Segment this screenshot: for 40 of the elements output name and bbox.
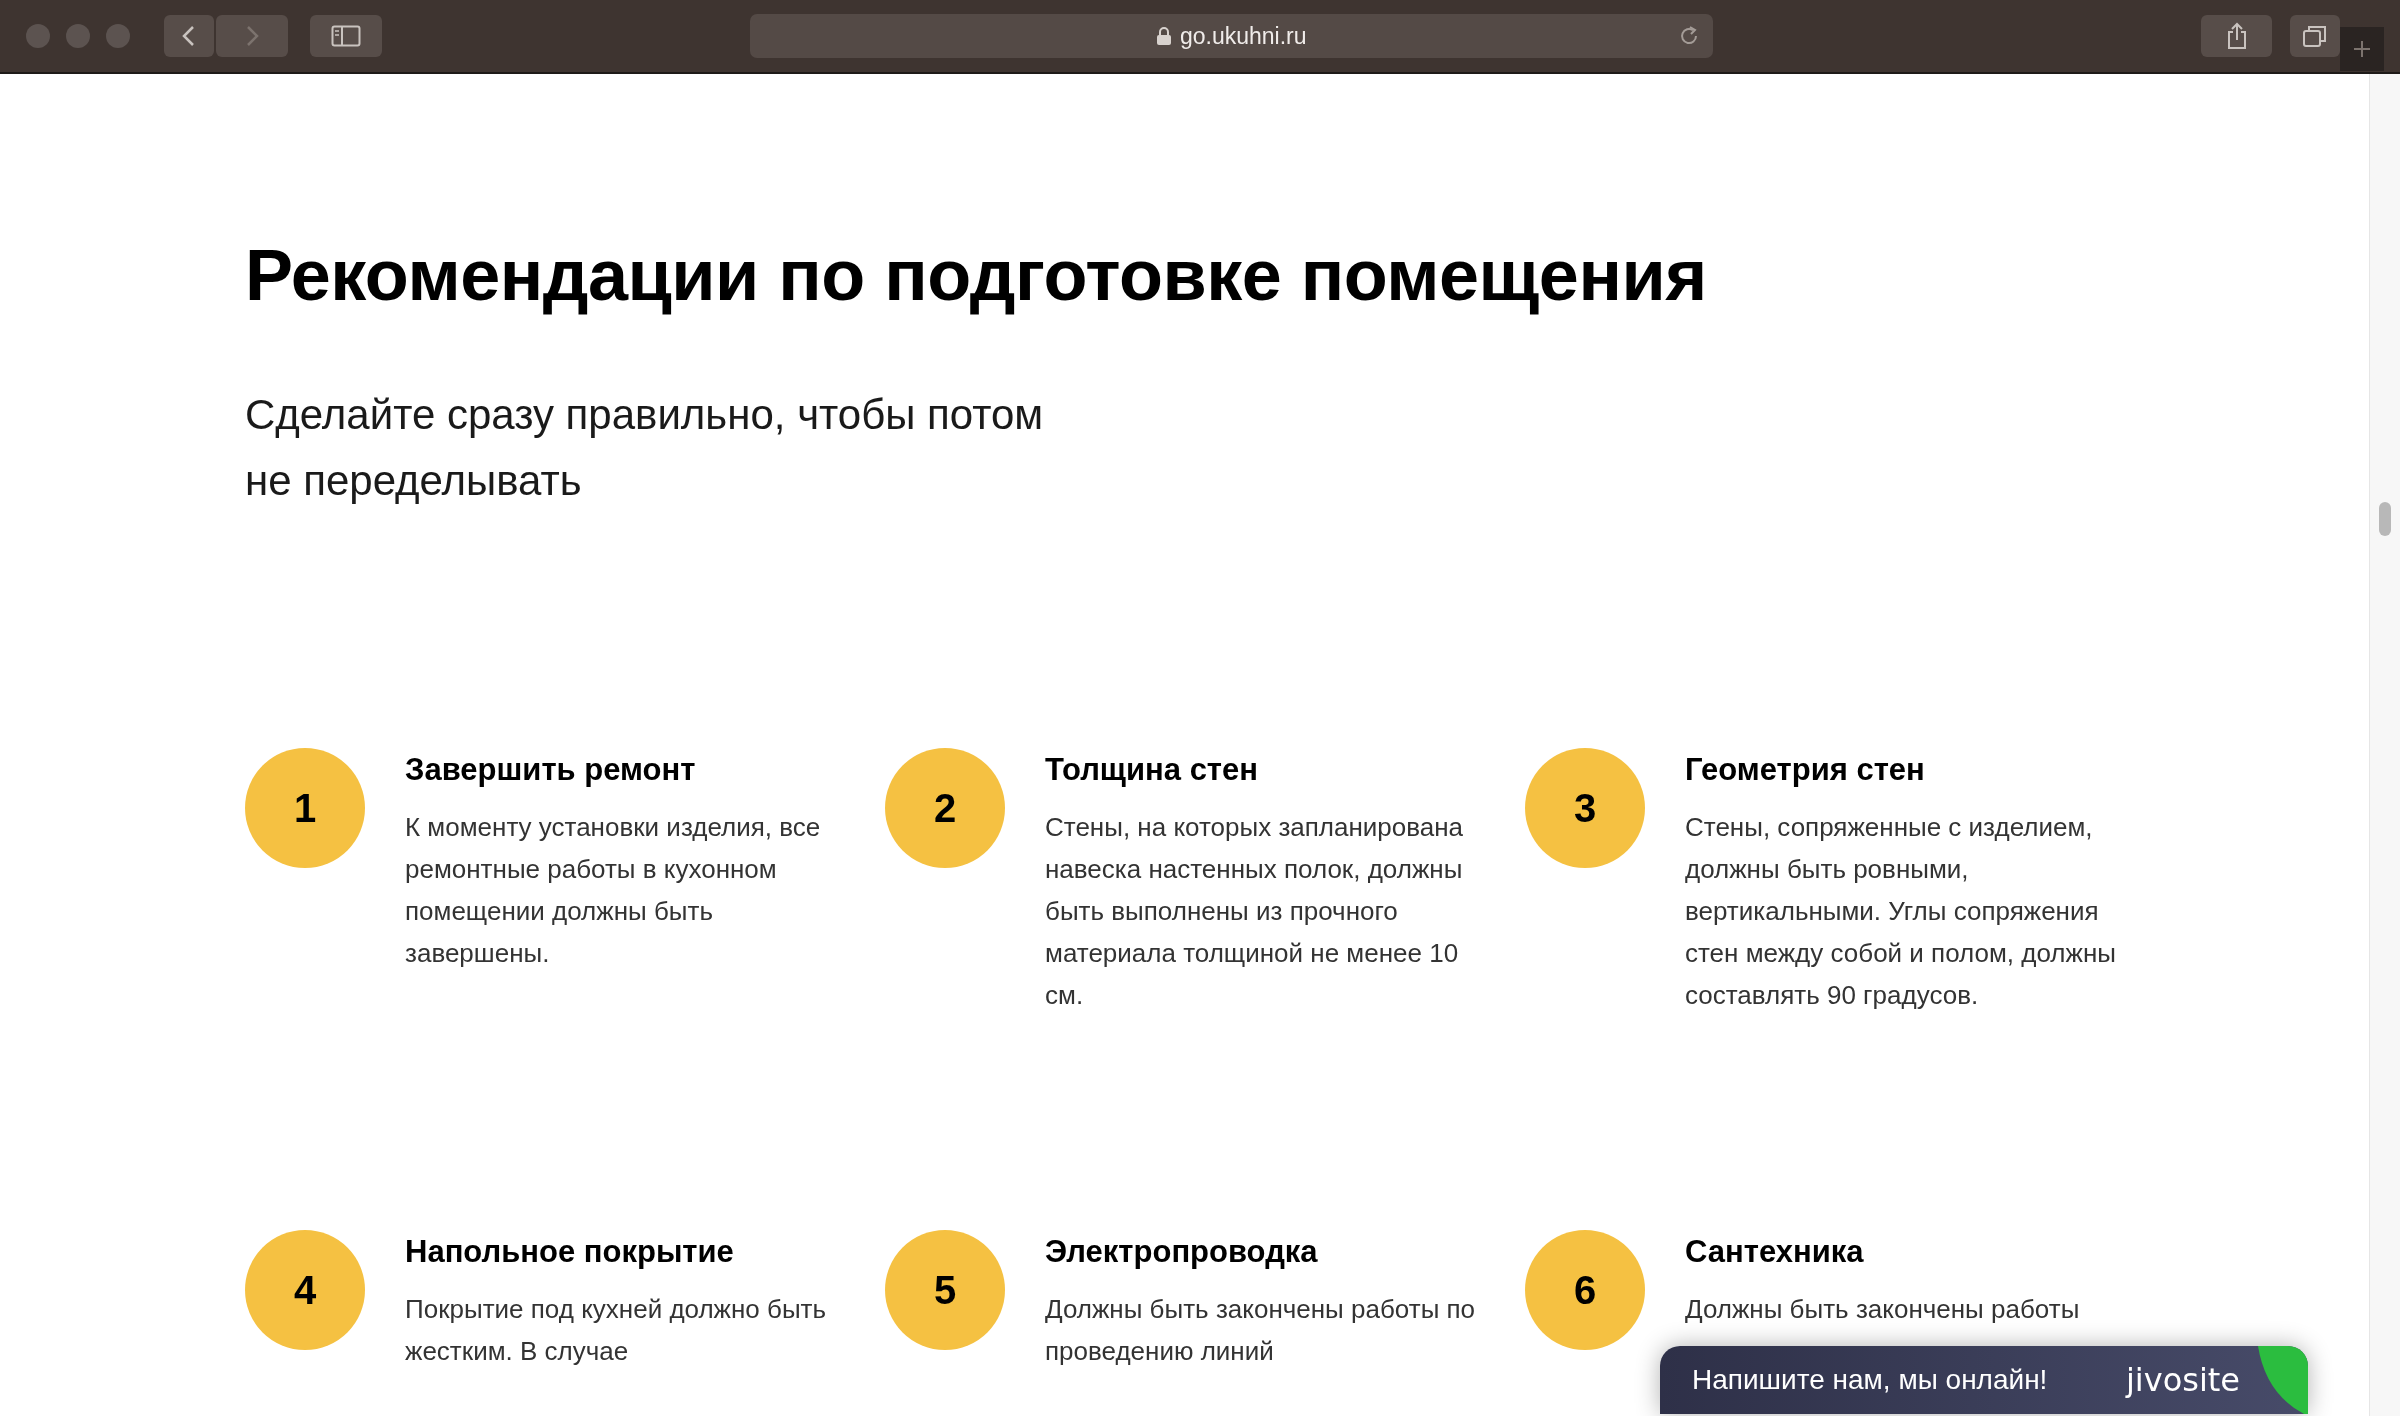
step-title: Завершить ремонт [405, 752, 697, 789]
chat-logo: jivosite [2125, 1361, 2240, 1399]
step-description: Стены, на которых запланирована навеска настенных полок, должны быть выполнены из прочного материала толщиной не менее 10 см. [1045, 811, 1465, 1013]
new-tab-button[interactable] [2340, 27, 2384, 71]
url-text: go.ukuhni.ru [1179, 22, 1307, 50]
step-number: 2 [885, 748, 1005, 869]
step-description: К моменту установки изделия, все ремонтные работы в кухонном помещении должны быть завершены. [405, 811, 822, 971]
subtitle: Сделайте сразу правильно, чтобы потом не переделывать [245, 390, 1045, 507]
sidebar-button[interactable] [310, 15, 382, 57]
step-number: 3 [1525, 748, 1645, 869]
step-description: Покрытие под кухней должно быть жестким. В случае [405, 1293, 828, 1369]
minimize-button[interactable] [66, 24, 90, 48]
step-title: Сантехника [1685, 1234, 1865, 1271]
step-number: 1 [245, 748, 365, 869]
step-description: Должны быть закончены работы [1685, 1293, 2081, 1327]
chat-widget[interactable]: Напишите нам, мы онлайн! jivosite [1660, 1346, 2308, 1414]
tabs-icon [2302, 24, 2329, 48]
step-title: Электропроводка [1045, 1234, 1319, 1271]
page-heading: Рекомендации по подготовке помещения [245, 234, 1708, 317]
step-number: 6 [1525, 1230, 1645, 1351]
share-icon [2225, 22, 2248, 50]
address-bar[interactable]: go.ukuhni.ru [749, 14, 1713, 58]
step-title: Толщина стен [1045, 752, 1260, 789]
step-number: 5 [885, 1230, 1005, 1351]
step-description: Стены, сопряженные с изделием, должны быть ровными, вертикальными. Углы сопряжения стен между собой и полом, должны составлять 90 градусов. [1685, 811, 2117, 1013]
tabs-button[interactable] [2290, 15, 2341, 57]
close-button[interactable] [26, 24, 50, 48]
share-button[interactable] [2200, 15, 2273, 57]
step-title: Напольное покрытие [405, 1234, 735, 1271]
leaf-icon [2258, 1346, 2308, 1414]
chat-message: Напишите нам, мы онлайн! [1692, 1364, 2048, 1396]
step-number: 4 [245, 1230, 365, 1351]
plus-icon [2352, 39, 2373, 59]
zoom-button[interactable] [106, 24, 130, 48]
scroll-thumb[interactable] [2379, 502, 2391, 536]
step-title: Геометрия стен [1685, 752, 1926, 789]
lock-icon [1155, 26, 1172, 46]
step-description: Должны быть закончены работы по проведению линий [1045, 1293, 1477, 1369]
back-button[interactable] [164, 15, 214, 57]
sidebar-icon [330, 25, 361, 47]
